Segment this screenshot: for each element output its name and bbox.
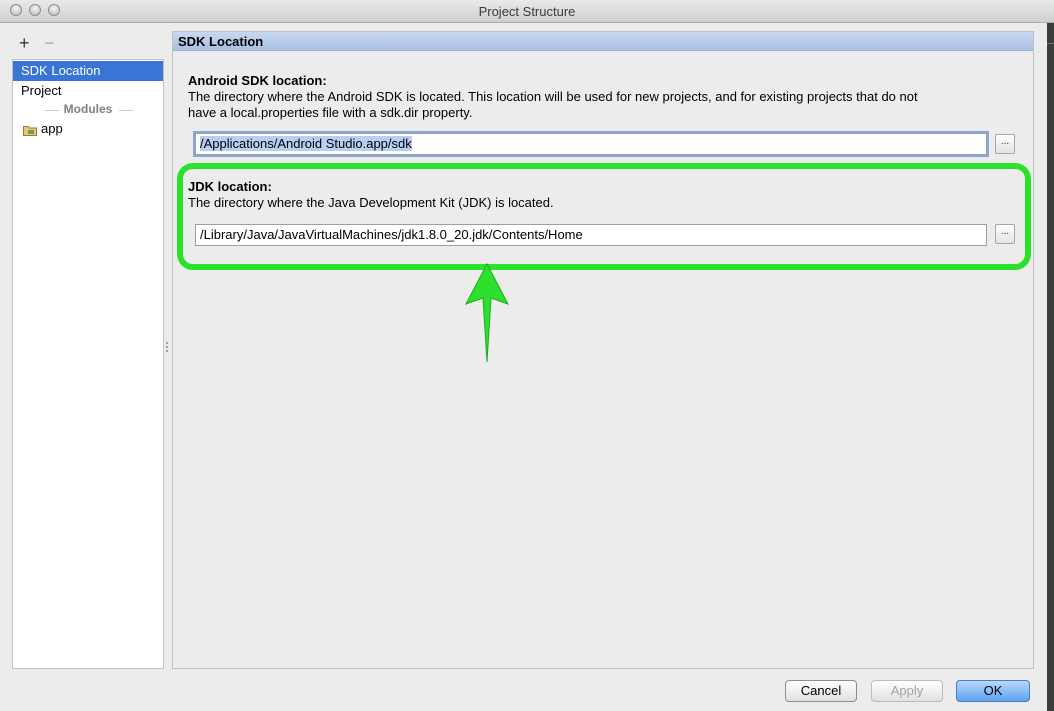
sidebar-item-sdk-location[interactable]: SDK Location <box>13 61 163 81</box>
sidebar-item-app[interactable]: app <box>13 119 163 139</box>
android-sdk-description-line2: have a local.properties file with a sdk.… <box>188 105 473 120</box>
sidebar-item-project[interactable]: Project <box>13 81 163 101</box>
ok-button[interactable]: OK <box>956 680 1030 702</box>
window-title: Project Structure <box>478 4 576 19</box>
splitter-handle[interactable] <box>165 340 169 358</box>
android-sdk-browse-button[interactable]: ... <box>995 134 1015 154</box>
arrow-up-icon <box>464 262 510 363</box>
android-sdk-title: Android SDK location: <box>188 73 327 88</box>
modules-separator: Modules <box>13 102 163 118</box>
title-bar: Project Structure <box>0 0 1054 23</box>
sidebar: SDK Location Project Modules app <box>12 59 164 669</box>
panel-header: SDK Location <box>173 32 1033 51</box>
android-sdk-path-text: /Applications/Android Studio.app/sdk <box>200 136 412 151</box>
jdk-highlight-annotation <box>177 163 1031 270</box>
modules-header: Modules <box>63 102 113 116</box>
sdk-location-panel: SDK Location <box>172 31 1034 669</box>
android-sdk-description-line1: The directory where the Android SDK is l… <box>188 89 918 104</box>
add-icon[interactable]: + <box>19 33 30 54</box>
cancel-button[interactable]: Cancel <box>785 680 857 702</box>
apply-button[interactable]: Apply <box>871 680 943 702</box>
android-sdk-path-field[interactable]: /Applications/Android Studio.app/sdk <box>195 133 987 155</box>
remove-icon[interactable]: − <box>44 33 55 54</box>
background-window-edge <box>1047 23 1054 711</box>
